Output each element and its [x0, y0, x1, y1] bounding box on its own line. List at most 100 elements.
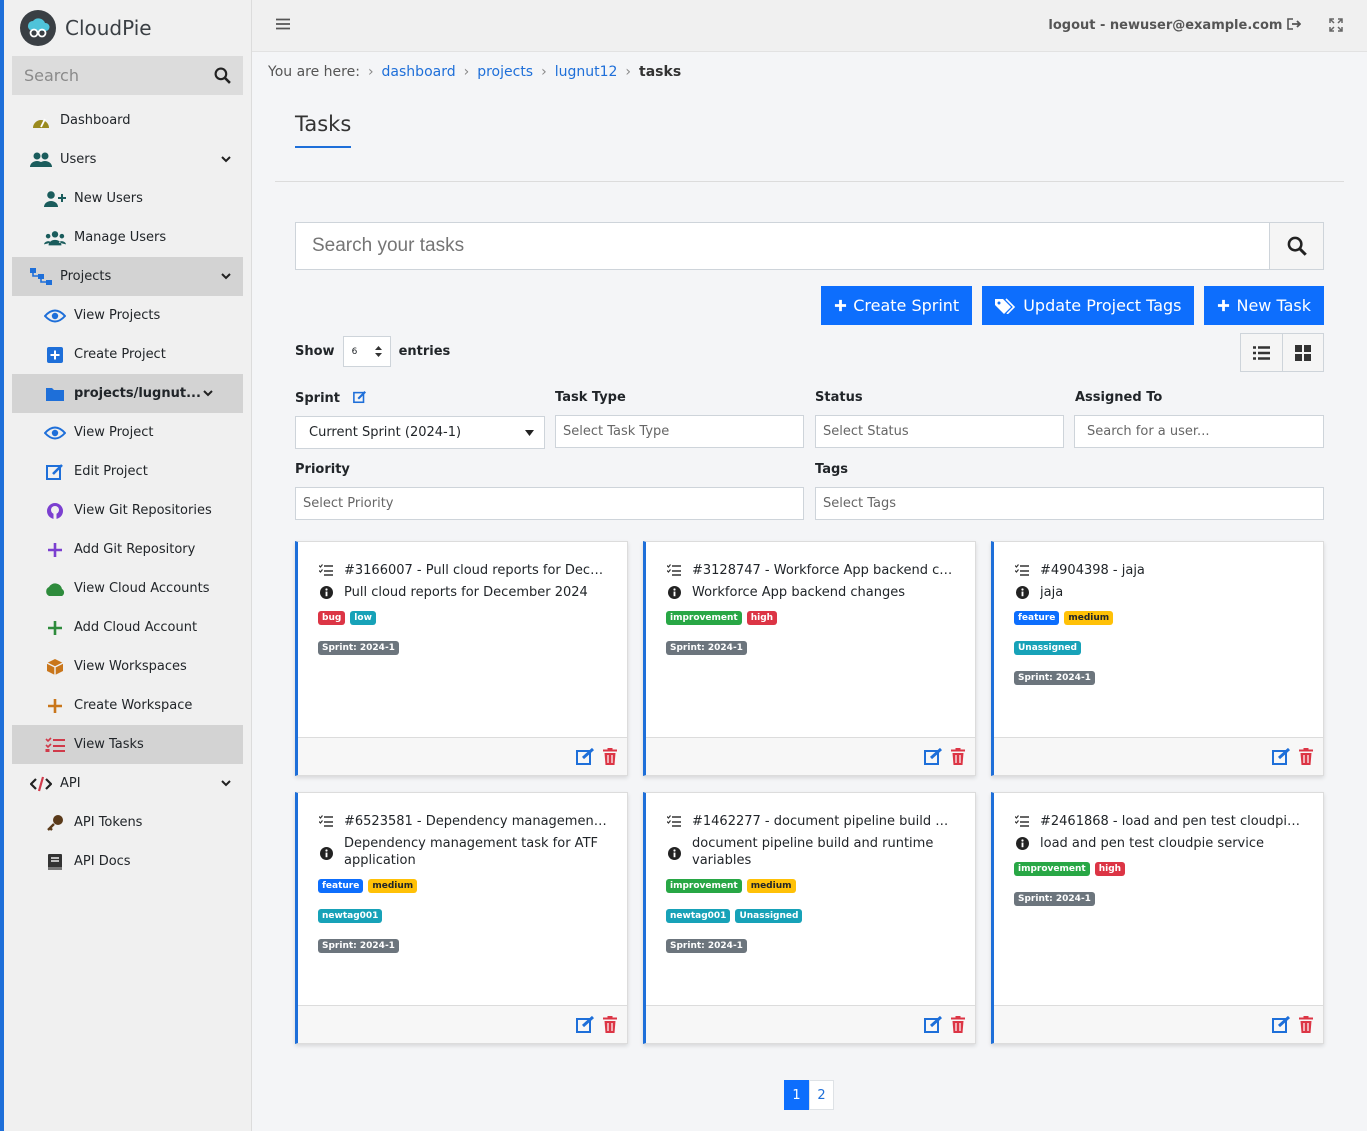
- chevron-down-icon: [221, 776, 231, 791]
- dashboard-icon: [30, 110, 52, 132]
- sidebar-item-create-workspace[interactable]: Create Workspace: [12, 686, 243, 725]
- trash-icon[interactable]: [951, 748, 965, 765]
- trash-icon[interactable]: [1299, 748, 1313, 765]
- tasks-list-icon: [666, 562, 682, 576]
- edit-icon[interactable]: [924, 748, 943, 765]
- sidebar-item-projects[interactable]: Projects: [12, 257, 243, 296]
- edit-icon[interactable]: [924, 1016, 943, 1033]
- tag-badge: Unassigned: [735, 909, 803, 923]
- search-icon: [1287, 236, 1307, 256]
- priority-placeholder: Select Priority: [303, 496, 394, 511]
- sidebar-item-manage-users[interactable]: Manage Users: [12, 218, 243, 257]
- sidebar-item-api[interactable]: API: [12, 764, 243, 803]
- task-title[interactable]: #1462277 - document pipeline build and r…: [692, 813, 955, 830]
- breadcrumb-prefix: You are here:: [268, 64, 360, 80]
- task-card[interactable]: #6523581 - Dependency management task ..…: [295, 792, 628, 1044]
- assigned-user-search[interactable]: Search for a user...: [1074, 415, 1324, 448]
- sprint-badge: Sprint: 2024-1: [666, 641, 747, 655]
- brand[interactable]: CloudPie: [4, 0, 251, 56]
- sidebar-item-label: API Tokens: [74, 815, 143, 830]
- sidebar-item-users[interactable]: Users: [12, 140, 243, 179]
- sidebar-item-view-project[interactable]: View Project: [12, 413, 243, 452]
- sidebar-item-view-workspaces[interactable]: View Workspaces: [12, 647, 243, 686]
- tag-badge: newtag001: [666, 909, 731, 923]
- trash-icon[interactable]: [603, 1016, 617, 1033]
- priority-select[interactable]: Select Priority: [295, 487, 804, 520]
- sidebar-item-api-tokens[interactable]: API Tokens: [12, 803, 243, 842]
- sidebar-search[interactable]: Search: [12, 56, 243, 95]
- edit-icon[interactable]: [576, 748, 595, 765]
- sidebar-item-edit-project[interactable]: Edit Project: [12, 452, 243, 491]
- box-icon: [44, 656, 66, 678]
- sidebar-item-label: View Git Repositories: [74, 503, 212, 518]
- plus-square-icon: [44, 344, 66, 366]
- task-card[interactable]: #2461868 - load and pen test cloudpie se…: [991, 792, 1324, 1044]
- trash-icon[interactable]: [603, 748, 617, 765]
- sprint-select[interactable]: Current Sprint (2024-1): [295, 416, 545, 449]
- sidebar-item-view-git-repositories[interactable]: View Git Repositories: [12, 491, 243, 530]
- status-select[interactable]: Select Status: [815, 415, 1064, 448]
- sidebar-item-current-project[interactable]: projects/lugnut...: [12, 374, 243, 413]
- tag-badge: Unassigned: [1014, 641, 1081, 655]
- task-card[interactable]: #3166007 - Pull cloud reports for Decemb…: [295, 541, 628, 776]
- grid-view-button[interactable]: [1282, 334, 1323, 371]
- trash-icon[interactable]: [1299, 1016, 1313, 1033]
- task-card[interactable]: #4904398 - jaja jaja feature medium Unass…: [991, 541, 1324, 776]
- sidebar-item-label: API Docs: [74, 854, 131, 869]
- tag-badge: feature: [1014, 611, 1060, 625]
- task-description: Dependency management task for ATF appli…: [344, 836, 598, 868]
- tasks-list-icon: [318, 813, 334, 827]
- sidebar-item-view-projects[interactable]: View Projects: [12, 296, 243, 335]
- sidebar-item-view-tasks[interactable]: View Tasks: [12, 725, 243, 764]
- task-title[interactable]: #3166007 - Pull cloud reports for Decemb…: [344, 562, 607, 579]
- sidebar: CloudPie Search Dashboard Users New User…: [0, 0, 252, 1131]
- tasks-list-icon: [318, 562, 334, 576]
- task-search-button[interactable]: [1269, 223, 1323, 269]
- sign-out-icon: [1287, 18, 1302, 30]
- task-title[interactable]: #4904398 - jaja: [1040, 562, 1145, 579]
- task-title[interactable]: #2461868 - load and pen test cloudpie se…: [1040, 813, 1303, 830]
- tags-select[interactable]: Select Tags: [815, 487, 1324, 520]
- sidebar-item-create-project[interactable]: Create Project: [12, 335, 243, 374]
- trash-icon[interactable]: [951, 1016, 965, 1033]
- task-search-input[interactable]: [296, 223, 1269, 269]
- task-title[interactable]: #3128747 - Workforce App backend changes: [692, 562, 955, 579]
- edit-icon[interactable]: [1272, 748, 1291, 765]
- sidebar-item-add-git-repository[interactable]: Add Git Repository: [12, 530, 243, 569]
- page-button[interactable]: 1: [784, 1080, 809, 1110]
- breadcrumb-dashboard[interactable]: dashboard: [382, 64, 456, 80]
- task-type-select[interactable]: Select Task Type: [555, 415, 804, 448]
- sidebar-item-api-docs[interactable]: API Docs: [12, 842, 243, 881]
- breadcrumb-separator: ›: [463, 64, 470, 80]
- new-task-button[interactable]: New Task: [1204, 286, 1324, 325]
- edit-icon[interactable]: [1272, 1016, 1291, 1033]
- tasks-list-icon: [1014, 562, 1030, 576]
- sidebar-item-new-users[interactable]: New Users: [12, 179, 243, 218]
- eye-icon: [44, 305, 66, 327]
- status-placeholder: Select Status: [823, 424, 909, 439]
- logout-link[interactable]: logout - newuser@example.com: [1048, 18, 1302, 33]
- menu-toggle-icon[interactable]: [276, 18, 290, 34]
- task-card[interactable]: #3128747 - Workforce App backend changes…: [643, 541, 976, 776]
- breadcrumb-projects[interactable]: projects: [477, 64, 533, 80]
- breadcrumb-separator: ›: [367, 64, 374, 80]
- task-title[interactable]: #6523581 - Dependency management task ..…: [344, 813, 607, 830]
- sidebar-item-dashboard[interactable]: Dashboard: [12, 101, 243, 140]
- fullscreen-icon[interactable]: [1329, 18, 1343, 36]
- key-icon: [44, 812, 66, 834]
- page-button[interactable]: 2: [809, 1080, 834, 1110]
- sidebar-item-view-cloud-accounts[interactable]: View Cloud Accounts: [12, 569, 243, 608]
- sidebar-item-add-cloud-account[interactable]: Add Cloud Account: [12, 608, 243, 647]
- edit-sprint-icon[interactable]: [352, 390, 367, 404]
- users-icon: [30, 149, 52, 171]
- breadcrumb-project[interactable]: lugnut12: [555, 64, 618, 80]
- edit-icon[interactable]: [576, 1016, 595, 1033]
- task-card[interactable]: #1462277 - document pipeline build and r…: [643, 792, 976, 1044]
- sidebar-nav: Dashboard Users New Users Manage Users P…: [4, 101, 251, 881]
- entries-select[interactable]: 6: [342, 336, 391, 367]
- entries-control: Show 6 entries: [295, 336, 450, 367]
- create-sprint-button[interactable]: Create Sprint: [821, 286, 973, 325]
- update-project-tags-button[interactable]: Update Project Tags: [982, 286, 1195, 325]
- tag-badge: bug: [318, 611, 346, 625]
- list-view-button[interactable]: [1241, 334, 1282, 371]
